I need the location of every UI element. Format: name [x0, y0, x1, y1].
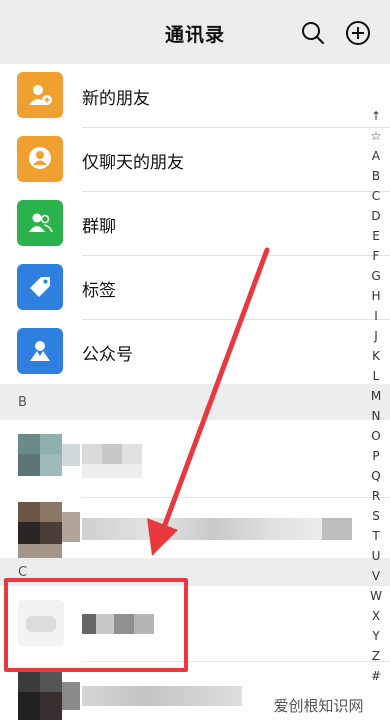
annotation-highlight-box [4, 578, 188, 672]
watermark: 爱创根知识网 [251, 692, 386, 720]
